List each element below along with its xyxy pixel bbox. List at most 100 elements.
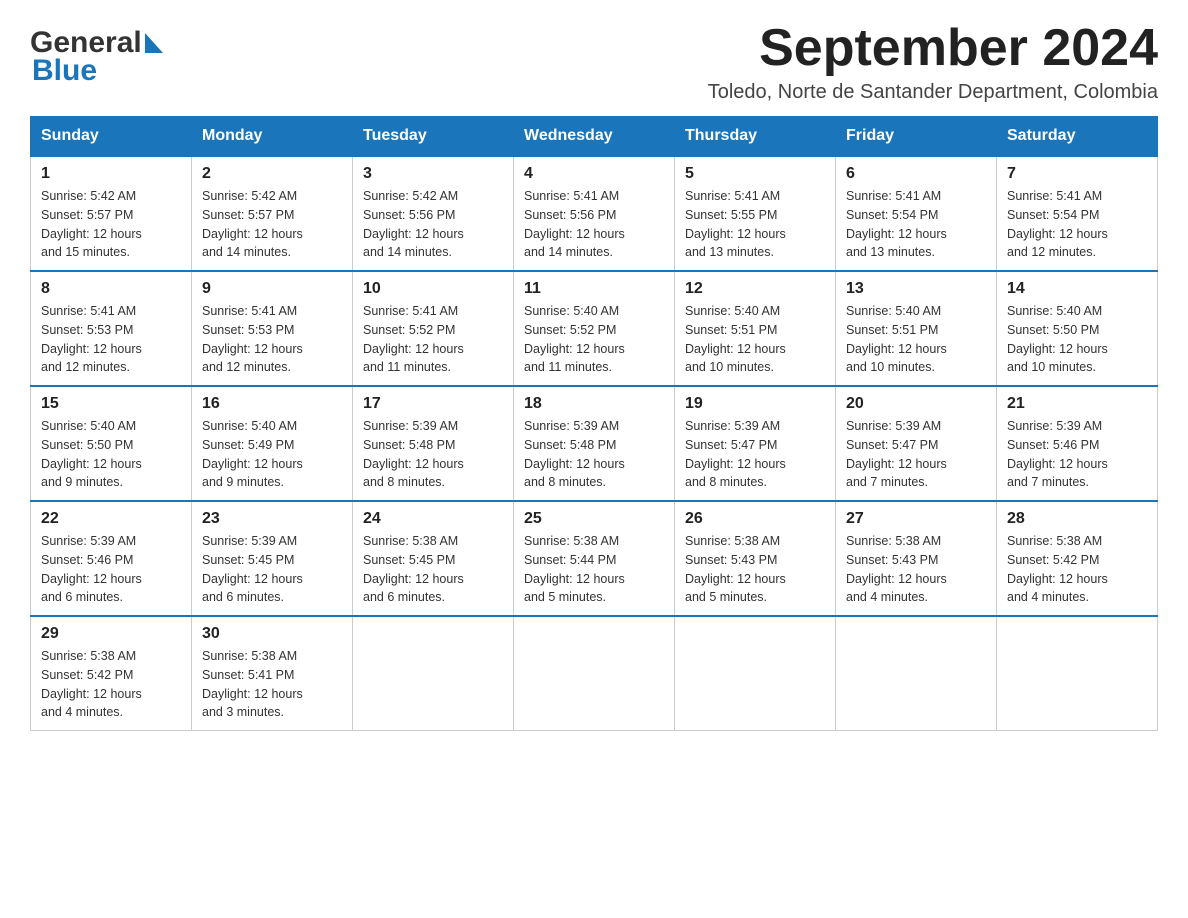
logo-arrow-icon: [145, 33, 163, 53]
calendar-cell: [675, 616, 836, 731]
day-info: Sunrise: 5:39 AMSunset: 5:47 PMDaylight:…: [846, 417, 986, 492]
day-info: Sunrise: 5:39 AMSunset: 5:47 PMDaylight:…: [685, 417, 825, 492]
day-info: Sunrise: 5:41 AMSunset: 5:54 PMDaylight:…: [1007, 187, 1147, 262]
calendar-cell: 19Sunrise: 5:39 AMSunset: 5:47 PMDayligh…: [675, 386, 836, 501]
day-number: 29: [41, 625, 181, 643]
day-number: 15: [41, 395, 181, 413]
day-number: 8: [41, 280, 181, 298]
day-number: 25: [524, 510, 664, 528]
calendar-cell: 14Sunrise: 5:40 AMSunset: 5:50 PMDayligh…: [997, 271, 1158, 386]
calendar-cell: 12 Sunrise: 5:40 AMSunset: 5:51 PMDayligh…: [675, 271, 836, 386]
calendar-cell: 17Sunrise: 5:39 AMSunset: 5:48 PMDayligh…: [353, 386, 514, 501]
calendar-week-row: 1 Sunrise: 5:42 AMSunset: 5:57 PMDaylight…: [31, 156, 1158, 271]
day-number: 7: [1007, 165, 1147, 183]
weekday-header-monday: Monday: [192, 117, 353, 157]
calendar-cell: 13 Sunrise: 5:40 AMSunset: 5:51 PMDayligh…: [836, 271, 997, 386]
day-number: 4: [524, 165, 664, 183]
weekday-header-thursday: Thursday: [675, 117, 836, 157]
day-info: Sunrise: 5:38 AMSunset: 5:42 PMDaylight:…: [41, 647, 181, 722]
day-number: 3: [363, 165, 503, 183]
day-info: Sunrise: 5:42 AMSunset: 5:56 PMDaylight:…: [363, 187, 503, 262]
day-info: Sunrise: 5:39 AMSunset: 5:45 PMDaylight:…: [202, 532, 342, 607]
day-info: Sunrise: 5:40 AMSunset: 5:51 PMDaylight:…: [846, 302, 986, 377]
calendar-week-row: 29 Sunrise: 5:38 AMSunset: 5:42 PMDayligh…: [31, 616, 1158, 731]
day-number: 6: [846, 165, 986, 183]
day-info: Sunrise: 5:41 AMSunset: 5:52 PMDaylight:…: [363, 302, 503, 377]
calendar-week-row: 8 Sunrise: 5:41 AMSunset: 5:53 PMDaylight…: [31, 271, 1158, 386]
calendar-cell: 24 Sunrise: 5:38 AMSunset: 5:45 PMDayligh…: [353, 501, 514, 616]
day-number: 12: [685, 280, 825, 298]
day-info: Sunrise: 5:38 AMSunset: 5:43 PMDaylight:…: [846, 532, 986, 607]
logo: General Blue: [30, 20, 166, 88]
calendar-cell: 2Sunrise: 5:42 AMSunset: 5:57 PMDaylight…: [192, 156, 353, 271]
calendar-cell: 27 Sunrise: 5:38 AMSunset: 5:43 PMDayligh…: [836, 501, 997, 616]
calendar-cell: 16 Sunrise: 5:40 AMSunset: 5:49 PMDayligh…: [192, 386, 353, 501]
day-number: 17: [363, 395, 503, 413]
weekday-header-friday: Friday: [836, 117, 997, 157]
calendar-cell: 5 Sunrise: 5:41 AMSunset: 5:55 PMDaylight…: [675, 156, 836, 271]
day-number: 2: [202, 165, 342, 183]
weekday-header-wednesday: Wednesday: [514, 117, 675, 157]
day-number: 10: [363, 280, 503, 298]
day-info: Sunrise: 5:41 AMSunset: 5:55 PMDaylight:…: [685, 187, 825, 262]
calendar-week-row: 15 Sunrise: 5:40 AMSunset: 5:50 PMDayligh…: [31, 386, 1158, 501]
calendar-cell: 6 Sunrise: 5:41 AMSunset: 5:54 PMDaylight…: [836, 156, 997, 271]
day-info: Sunrise: 5:41 AMSunset: 5:53 PMDaylight:…: [41, 302, 181, 377]
day-number: 14: [1007, 280, 1147, 298]
calendar-cell: 22 Sunrise: 5:39 AMSunset: 5:46 PMDayligh…: [31, 501, 192, 616]
logo-blue: Blue: [30, 54, 166, 88]
day-number: 21: [1007, 395, 1147, 413]
day-number: 26: [685, 510, 825, 528]
calendar-cell: 25 Sunrise: 5:38 AMSunset: 5:44 PMDayligh…: [514, 501, 675, 616]
day-info: Sunrise: 5:39 AMSunset: 5:46 PMDaylight:…: [41, 532, 181, 607]
calendar-cell: 20 Sunrise: 5:39 AMSunset: 5:47 PMDayligh…: [836, 386, 997, 501]
calendar-cell: [353, 616, 514, 731]
day-info: Sunrise: 5:40 AMSunset: 5:50 PMDaylight:…: [41, 417, 181, 492]
day-number: 1: [41, 165, 181, 183]
calendar-cell: 30Sunrise: 5:38 AMSunset: 5:41 PMDayligh…: [192, 616, 353, 731]
weekday-header-tuesday: Tuesday: [353, 117, 514, 157]
calendar-cell: 7 Sunrise: 5:41 AMSunset: 5:54 PMDaylight…: [997, 156, 1158, 271]
day-info: Sunrise: 5:42 AMSunset: 5:57 PMDaylight:…: [41, 187, 181, 262]
day-number: 27: [846, 510, 986, 528]
day-number: 11: [524, 280, 664, 298]
day-info: Sunrise: 5:41 AMSunset: 5:56 PMDaylight:…: [524, 187, 664, 262]
day-info: Sunrise: 5:39 AMSunset: 5:46 PMDaylight:…: [1007, 417, 1147, 492]
page-title: September 2024: [708, 20, 1158, 77]
day-info: Sunrise: 5:38 AMSunset: 5:42 PMDaylight:…: [1007, 532, 1147, 607]
day-number: 20: [846, 395, 986, 413]
calendar-cell: 26 Sunrise: 5:38 AMSunset: 5:43 PMDayligh…: [675, 501, 836, 616]
day-number: 5: [685, 165, 825, 183]
calendar-cell: 21 Sunrise: 5:39 AMSunset: 5:46 PMDayligh…: [997, 386, 1158, 501]
day-number: 22: [41, 510, 181, 528]
day-info: Sunrise: 5:39 AMSunset: 5:48 PMDaylight:…: [524, 417, 664, 492]
day-info: Sunrise: 5:41 AMSunset: 5:54 PMDaylight:…: [846, 187, 986, 262]
day-info: Sunrise: 5:38 AMSunset: 5:45 PMDaylight:…: [363, 532, 503, 607]
day-number: 9: [202, 280, 342, 298]
calendar-cell: 28 Sunrise: 5:38 AMSunset: 5:42 PMDayligh…: [997, 501, 1158, 616]
calendar-cell: [997, 616, 1158, 731]
day-number: 24: [363, 510, 503, 528]
calendar-cell: 9Sunrise: 5:41 AMSunset: 5:53 PMDaylight…: [192, 271, 353, 386]
calendar-cell: [836, 616, 997, 731]
weekday-header-sunday: Sunday: [31, 117, 192, 157]
day-number: 13: [846, 280, 986, 298]
weekday-header-saturday: Saturday: [997, 117, 1158, 157]
calendar-header-row: SundayMondayTuesdayWednesdayThursdayFrid…: [31, 117, 1158, 157]
day-number: 18: [524, 395, 664, 413]
calendar-table: SundayMondayTuesdayWednesdayThursdayFrid…: [30, 116, 1158, 731]
calendar-cell: [514, 616, 675, 731]
day-info: Sunrise: 5:40 AMSunset: 5:51 PMDaylight:…: [685, 302, 825, 377]
calendar-cell: 15 Sunrise: 5:40 AMSunset: 5:50 PMDayligh…: [31, 386, 192, 501]
calendar-cell: 1 Sunrise: 5:42 AMSunset: 5:57 PMDaylight…: [31, 156, 192, 271]
calendar-cell: 3 Sunrise: 5:42 AMSunset: 5:56 PMDaylight…: [353, 156, 514, 271]
day-info: Sunrise: 5:38 AMSunset: 5:44 PMDaylight:…: [524, 532, 664, 607]
page-subtitle: Toledo, Norte de Santander Department, C…: [708, 81, 1158, 104]
day-number: 28: [1007, 510, 1147, 528]
day-number: 16: [202, 395, 342, 413]
calendar-cell: 4 Sunrise: 5:41 AMSunset: 5:56 PMDaylight…: [514, 156, 675, 271]
calendar-cell: 10 Sunrise: 5:41 AMSunset: 5:52 PMDayligh…: [353, 271, 514, 386]
day-info: Sunrise: 5:40 AMSunset: 5:49 PMDaylight:…: [202, 417, 342, 492]
day-info: Sunrise: 5:38 AMSunset: 5:43 PMDaylight:…: [685, 532, 825, 607]
calendar-week-row: 22 Sunrise: 5:39 AMSunset: 5:46 PMDayligh…: [31, 501, 1158, 616]
